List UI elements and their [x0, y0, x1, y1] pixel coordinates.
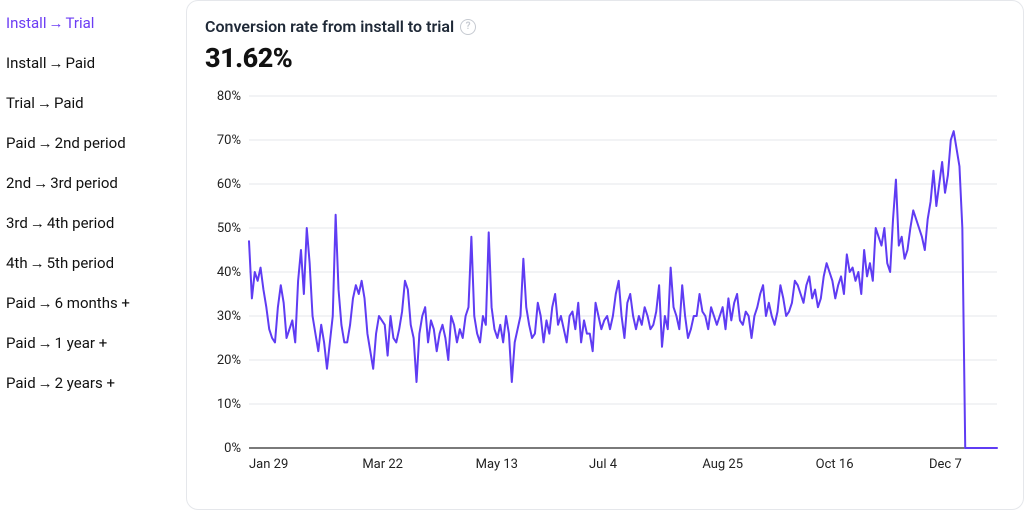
sidebar-item-9[interactable]: Paid → 2 years +	[2, 366, 186, 400]
x-tick-label: May 13	[476, 457, 518, 472]
sidebar-item-from: Install	[6, 14, 46, 32]
sidebar-item-to: 2nd period	[55, 134, 126, 152]
sidebar-item-6[interactable]: 4th → 5th period	[2, 246, 186, 280]
sidebar-item-to: Paid	[65, 54, 95, 72]
chart-series-line	[249, 131, 997, 448]
arrow-right-icon: →	[28, 254, 47, 272]
help-icon[interactable]: ?	[460, 19, 476, 35]
x-tick-label: Jan 29	[249, 457, 288, 472]
y-tick-label: 10%	[217, 397, 241, 412]
x-tick-label: Dec 7	[929, 457, 962, 472]
sidebar-item-7[interactable]: Paid → 6 months +	[2, 286, 186, 320]
sidebar-item-from: Paid	[6, 374, 36, 392]
chart-container: 0% 10% 20% 30% 40% 50% 60% 70% 80% Jan 29 Mar 22 Ma…	[205, 88, 1005, 476]
sidebar-item-from: Paid	[6, 134, 36, 152]
y-tick-label: 0%	[224, 441, 241, 456]
arrow-right-icon: →	[36, 294, 55, 312]
arrow-right-icon: →	[36, 134, 55, 152]
sidebar-item-to: 2 years +	[55, 374, 115, 392]
sidebar-item-from: 3rd	[6, 214, 28, 232]
conversion-steps-sidebar: Install → TrialInstall → PaidTrial → Pai…	[0, 0, 186, 510]
sidebar-item-from: Install	[6, 54, 46, 72]
sidebar-item-to: 6 months +	[55, 294, 130, 312]
sidebar-item-to: 4th period	[47, 214, 114, 232]
y-tick-label: 60%	[217, 177, 241, 192]
sidebar-item-to: Trial	[65, 14, 94, 32]
arrow-right-icon: →	[46, 14, 65, 32]
panel-metric-value: 31.62%	[205, 42, 1005, 74]
y-tick-label: 30%	[217, 309, 241, 324]
x-tick-label: Jul 4	[589, 457, 618, 472]
sidebar-item-8[interactable]: Paid → 1 year +	[2, 326, 186, 360]
y-tick-label: 70%	[217, 133, 241, 148]
sidebar-item-to: 3rd period	[50, 174, 118, 192]
arrow-right-icon: →	[36, 374, 55, 392]
sidebar-item-0[interactable]: Install → Trial	[2, 6, 186, 40]
sidebar-item-from: Paid	[6, 294, 36, 312]
y-tick-label: 50%	[217, 221, 241, 236]
sidebar-item-to: Paid	[54, 94, 84, 112]
panel-title-text: Conversion rate from install to trial	[205, 17, 454, 36]
arrow-right-icon: →	[35, 94, 54, 112]
y-tick-label: 40%	[217, 265, 241, 280]
sidebar-item-from: 2nd	[6, 174, 31, 192]
conversion-chart-panel: Conversion rate from install to trial ? …	[186, 0, 1024, 510]
y-tick-label: 20%	[217, 353, 241, 368]
panel-title: Conversion rate from install to trial ?	[205, 17, 1005, 36]
sidebar-item-from: Trial	[6, 94, 35, 112]
arrow-right-icon: →	[31, 174, 50, 192]
y-tick-label: 80%	[217, 89, 241, 104]
x-tick-label: Oct 16	[816, 457, 854, 472]
sidebar-item-1[interactable]: Install → Paid	[2, 46, 186, 80]
conversion-line-chart: 0% 10% 20% 30% 40% 50% 60% 70% 80% Jan 29 Mar 22 Ma…	[205, 88, 1005, 476]
arrow-right-icon: →	[28, 214, 47, 232]
sidebar-item-from: Paid	[6, 334, 36, 352]
arrow-right-icon: →	[36, 334, 55, 352]
sidebar-item-3[interactable]: Paid → 2nd period	[2, 126, 186, 160]
sidebar-item-to: 5th period	[47, 254, 114, 272]
sidebar-item-5[interactable]: 3rd → 4th period	[2, 206, 186, 240]
arrow-right-icon: →	[46, 54, 65, 72]
x-tick-label: Mar 22	[362, 457, 403, 472]
sidebar-item-from: 4th	[6, 254, 28, 272]
x-tick-label: Aug 25	[702, 457, 743, 472]
sidebar-item-2[interactable]: Trial → Paid	[2, 86, 186, 120]
sidebar-item-4[interactable]: 2nd → 3rd period	[2, 166, 186, 200]
sidebar-item-to: 1 year +	[55, 334, 108, 352]
